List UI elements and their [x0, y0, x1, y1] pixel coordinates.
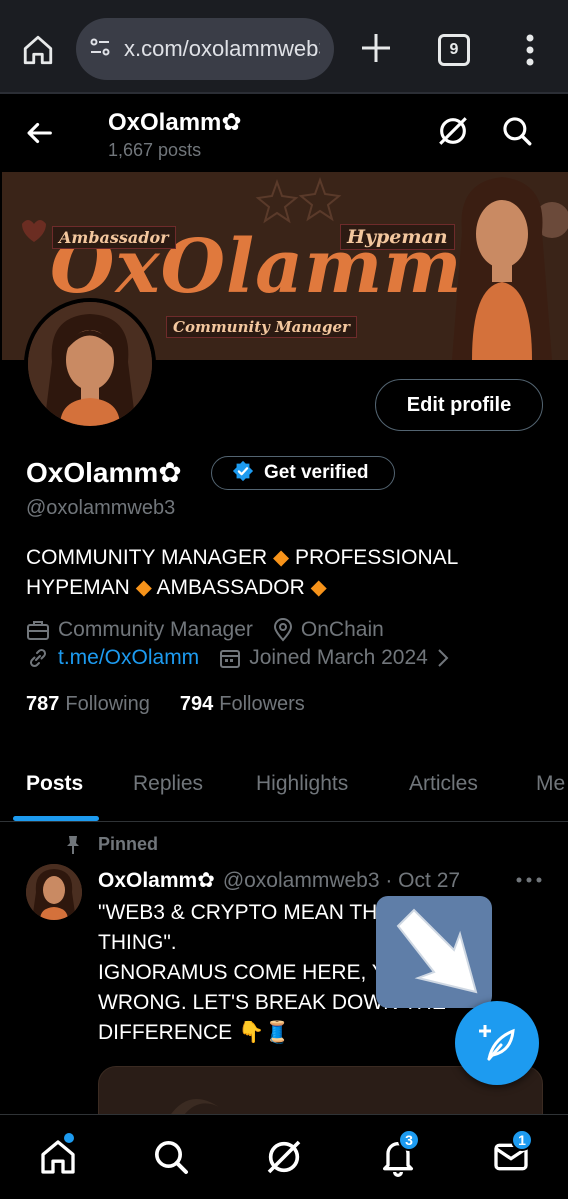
diamond-icon: ◆ — [135, 576, 152, 599]
active-tab-indicator — [13, 816, 99, 821]
nav-grok-icon[interactable] — [264, 1137, 304, 1177]
link-icon — [29, 648, 47, 668]
profile-location-text: OnChain — [300, 618, 384, 641]
header-profile-name: OxOlamm✿ — [108, 109, 242, 136]
new-tab-icon[interactable] — [356, 28, 396, 68]
nav-search-icon[interactable] — [151, 1137, 191, 1177]
profile-bio: COMMUNITY MANAGER ◆ PROFESSIONAL HYPEMAN… — [26, 543, 546, 603]
tab-articles[interactable]: Articles — [409, 772, 478, 796]
profile-handle: @oxolammweb3 — [26, 497, 176, 519]
home-icon[interactable] — [18, 30, 58, 70]
url-text[interactable]: x.com/oxolammweb3 — [124, 36, 320, 62]
back-arrow-icon[interactable] — [22, 116, 56, 150]
pin-icon — [67, 835, 79, 854]
more-options-icon[interactable] — [514, 870, 544, 890]
followers-link[interactable]: 794 Followers — [180, 693, 305, 716]
home-unread-dot — [64, 1133, 74, 1143]
tweet-avatar[interactable] — [26, 864, 82, 920]
pinned-label: Pinned — [98, 834, 159, 854]
tweet-header: OxOlamm✿ @oxolammweb3 · Oct 27 — [98, 868, 460, 893]
notifications-badge: 3 — [398, 1129, 420, 1151]
bottom-navigation: 3 1 — [0, 1114, 568, 1199]
get-verified-label: Get verified — [264, 462, 369, 483]
following-link[interactable]: 787 Following — [26, 693, 150, 716]
bio-text: COMMUNITY MANAGER — [26, 546, 268, 569]
address-bar[interactable]: x.com/oxolammweb3 — [76, 18, 334, 80]
nav-notifications-icon[interactable]: 3 — [378, 1129, 420, 1177]
tab-posts[interactable]: Posts — [26, 772, 83, 796]
profile-avatar[interactable] — [24, 298, 156, 430]
profile-top-nav: OxOlamm✿ 1,667 posts — [0, 96, 568, 168]
profile-link-text[interactable]: t.me/OxOlamm — [58, 646, 199, 670]
location-pin-icon — [273, 618, 292, 642]
compose-post-button[interactable] — [455, 1001, 539, 1085]
verified-badge-icon — [232, 460, 254, 487]
feather-plus-icon — [479, 1025, 515, 1061]
nav-home-icon[interactable] — [38, 1133, 78, 1177]
pinned-indicator: Pinned — [64, 834, 158, 855]
banner-tag-ambassador: Ambassador — [52, 226, 176, 249]
profile-meta-row: Community Manager OnChain — [26, 618, 404, 642]
profile-display-name: OxOlamm✿ — [26, 457, 182, 488]
header-posts-count: 1,667 posts — [108, 140, 202, 160]
nav-messages-icon[interactable]: 1 — [491, 1129, 533, 1177]
calendar-icon — [220, 650, 241, 668]
site-settings-icon[interactable] — [88, 35, 112, 64]
profile-category-text: Community Manager — [58, 618, 253, 641]
diamond-icon: ◆ — [272, 546, 290, 569]
chevron-right-icon — [438, 649, 449, 667]
tab-highlights[interactable]: Highlights — [256, 772, 348, 796]
edit-profile-button[interactable]: Edit profile — [375, 379, 543, 431]
bio-text: AMBASSADOR — [156, 576, 305, 599]
profile-location: OnChain — [273, 618, 384, 642]
kebab-menu-icon[interactable] — [516, 30, 544, 70]
search-icon[interactable] — [500, 114, 534, 148]
follow-stats: 787 Following 794 Followers — [26, 693, 335, 716]
profile-category: Community Manager — [26, 618, 253, 642]
bio-text: HYPEMAN — [26, 576, 130, 599]
tweet-handle-date: @oxolammweb3 · Oct 27 — [222, 868, 461, 892]
messages-badge: 1 — [511, 1129, 533, 1151]
tab-switcher-button[interactable]: 9 — [438, 34, 470, 66]
banner-tag-community-manager: Community Manager — [166, 316, 357, 338]
profile-meta-row: t.me/OxOlamm Joined March 2024 — [26, 646, 478, 670]
following-label: Following — [65, 693, 150, 715]
browser-toolbar: x.com/oxolammweb3 9 — [0, 0, 568, 94]
banner-portrait-illustration — [452, 177, 552, 360]
tweet-author-name[interactable]: OxOlamm✿ — [98, 868, 215, 893]
followers-count: 794 — [179, 693, 214, 715]
tab-media[interactable]: Me — [536, 772, 565, 796]
profile-joined[interactable]: Joined March 2024 — [219, 646, 458, 670]
grok-icon[interactable] — [436, 114, 470, 148]
tab-replies[interactable]: Replies — [133, 772, 203, 796]
profile-joined-text: Joined March 2024 — [249, 646, 428, 669]
diamond-icon: ◆ — [310, 576, 327, 599]
following-count: 787 — [26, 693, 60, 715]
briefcase-icon — [27, 621, 49, 640]
bio-text: PROFESSIONAL — [294, 546, 459, 569]
get-verified-button[interactable]: Get verified — [211, 456, 395, 490]
followers-label: Followers — [219, 693, 305, 715]
arrow-down-right-sticker — [376, 896, 492, 1008]
profile-tabs: Posts Replies Highlights Articles Me — [0, 750, 568, 822]
banner-tag-hypeman: Hypeman — [340, 224, 455, 250]
profile-link[interactable]: t.me/OxOlamm — [26, 646, 199, 670]
